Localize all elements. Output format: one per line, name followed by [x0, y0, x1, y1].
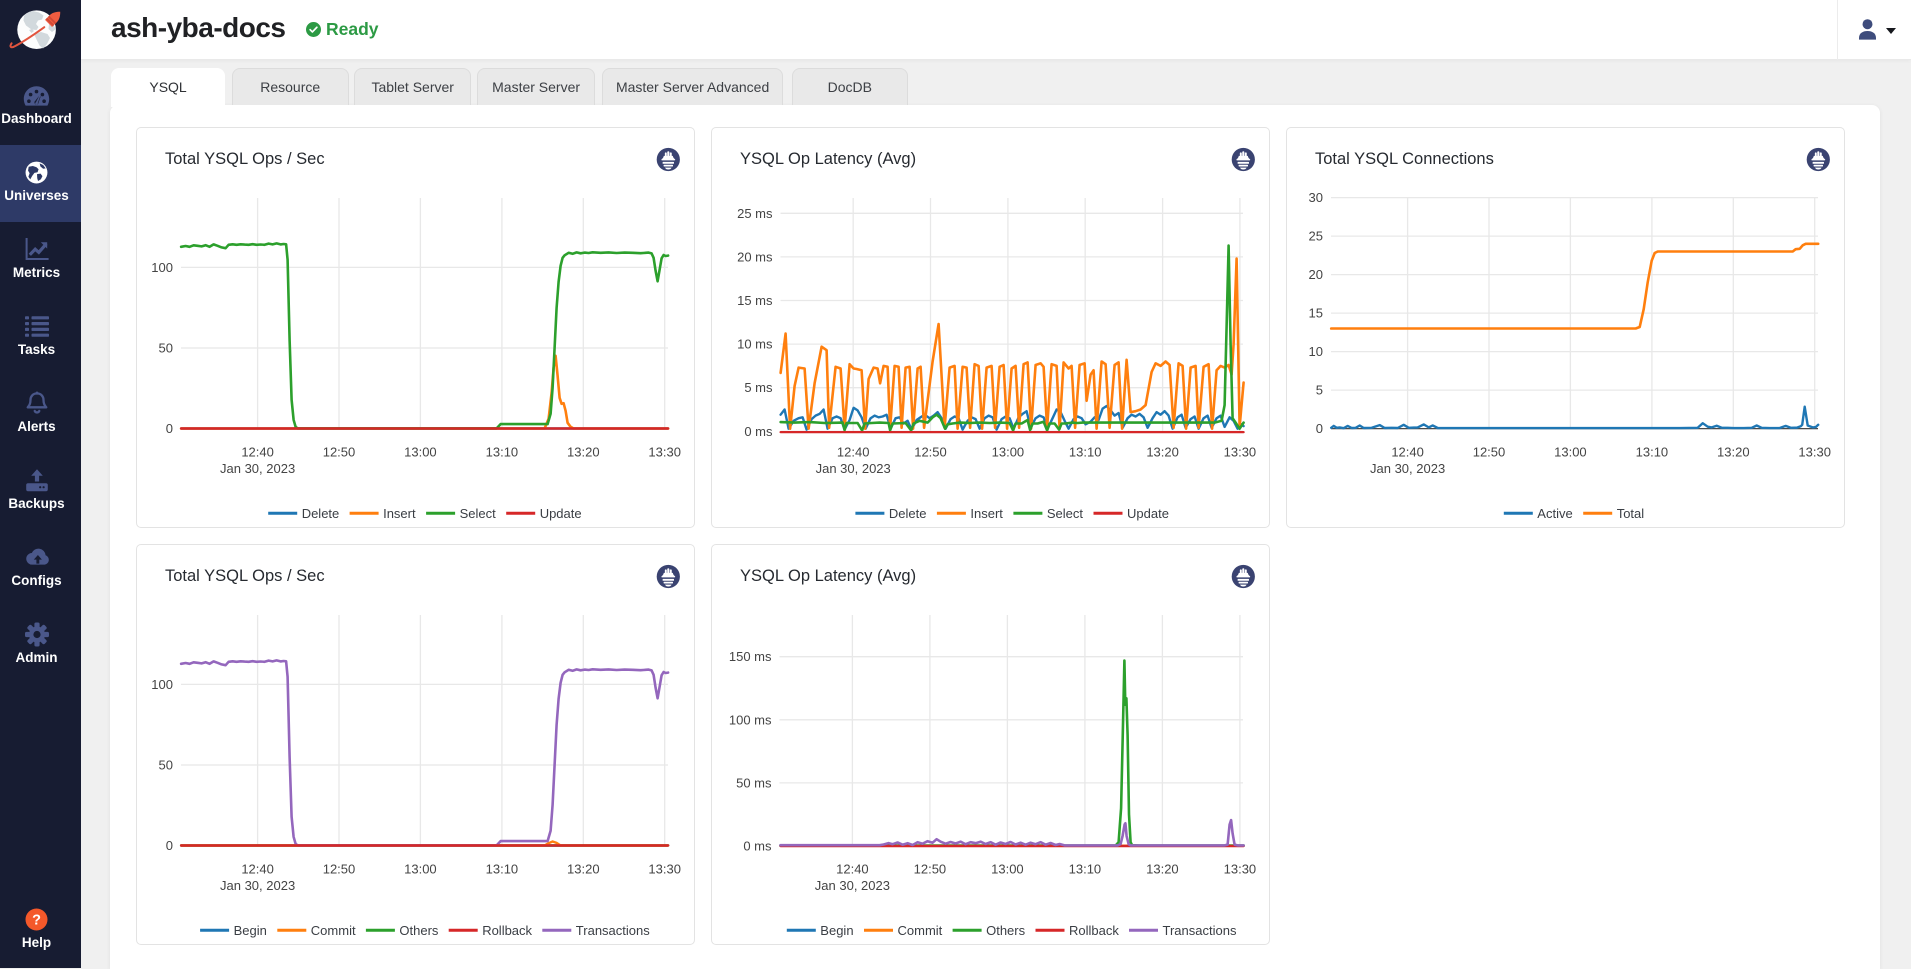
- svg-text:0 ms: 0 ms: [744, 839, 773, 854]
- svg-text:20: 20: [1309, 267, 1323, 282]
- svg-text:13:20: 13:20: [567, 445, 600, 460]
- svg-text:25: 25: [1309, 229, 1323, 244]
- svg-text:25 ms: 25 ms: [737, 206, 773, 221]
- svg-text:13:30: 13:30: [649, 862, 682, 877]
- svg-text:13:30: 13:30: [1224, 445, 1257, 460]
- svg-text:50 ms: 50 ms: [736, 776, 772, 791]
- svg-text:Active: Active: [1538, 506, 1573, 521]
- svg-text:150 ms: 150 ms: [729, 649, 772, 664]
- svg-text:Others: Others: [400, 923, 440, 938]
- svg-text:Select: Select: [1047, 506, 1084, 521]
- svg-text:50: 50: [159, 341, 173, 356]
- svg-text:13:00: 13:00: [992, 862, 1025, 877]
- svg-text:Jan 30, 2023: Jan 30, 2023: [815, 878, 890, 893]
- svg-text:Commit: Commit: [898, 923, 943, 938]
- svg-text:?: ?: [32, 912, 41, 928]
- svg-text:Jan 30, 2023: Jan 30, 2023: [220, 461, 295, 476]
- svg-text:12:50: 12:50: [914, 862, 947, 877]
- svg-text:Jan 30, 2023: Jan 30, 2023: [816, 461, 891, 476]
- svg-text:Others: Others: [986, 923, 1026, 938]
- svg-text:13:20: 13:20: [1147, 862, 1180, 877]
- svg-text:13:20: 13:20: [1147, 445, 1180, 460]
- svg-text:13:10: 13:10: [1069, 445, 1102, 460]
- svg-text:13:30: 13:30: [649, 445, 682, 460]
- svg-text:Transactions: Transactions: [576, 923, 650, 938]
- svg-text:YSQL Op Latency (Avg): YSQL Op Latency (Avg): [740, 150, 916, 168]
- svg-text:Jan 30, 2023: Jan 30, 2023: [1370, 461, 1445, 476]
- svg-text:Total YSQL Ops / Sec: Total YSQL Ops / Sec: [165, 567, 325, 585]
- svg-text:0 ms: 0 ms: [745, 424, 774, 439]
- svg-text:Commit: Commit: [311, 923, 356, 938]
- svg-text:20 ms: 20 ms: [737, 250, 773, 265]
- svg-text:12:40: 12:40: [1392, 445, 1425, 460]
- svg-text:Total: Total: [1617, 506, 1645, 521]
- svg-text:Begin: Begin: [821, 923, 854, 938]
- svg-text:13:00: 13:00: [992, 445, 1025, 460]
- svg-text:5 ms: 5 ms: [745, 380, 774, 395]
- svg-text:13:30: 13:30: [1224, 862, 1257, 877]
- svg-text:10: 10: [1309, 344, 1323, 359]
- svg-text:5: 5: [1316, 383, 1323, 398]
- svg-text:Delete: Delete: [302, 506, 340, 521]
- svg-text:12:50: 12:50: [323, 445, 356, 460]
- svg-text:0: 0: [1316, 421, 1323, 436]
- svg-text:30: 30: [1309, 190, 1323, 205]
- svg-text:12:50: 12:50: [1473, 445, 1506, 460]
- svg-text:Select: Select: [460, 506, 497, 521]
- svg-text:13:10: 13:10: [1069, 862, 1102, 877]
- svg-text:13:00: 13:00: [405, 445, 438, 460]
- svg-text:12:50: 12:50: [915, 445, 948, 460]
- svg-text:15: 15: [1309, 306, 1323, 321]
- svg-text:Begin: Begin: [234, 923, 267, 938]
- svg-text:Rollback: Rollback: [483, 923, 533, 938]
- svg-text:100 ms: 100 ms: [729, 713, 772, 728]
- svg-text:Transactions: Transactions: [1163, 923, 1237, 938]
- svg-text:12:40: 12:40: [242, 445, 275, 460]
- svg-text:Update: Update: [540, 506, 582, 521]
- svg-text:0: 0: [166, 838, 173, 853]
- svg-text:12:40: 12:40: [837, 445, 870, 460]
- svg-text:0: 0: [166, 421, 173, 436]
- svg-text:10 ms: 10 ms: [737, 337, 773, 352]
- svg-text:13:10: 13:10: [486, 445, 519, 460]
- svg-text:12:40: 12:40: [242, 862, 275, 877]
- svg-text:100: 100: [152, 260, 174, 275]
- svg-text:Insert: Insert: [383, 506, 416, 521]
- svg-text:50: 50: [159, 758, 173, 773]
- svg-text:12:50: 12:50: [323, 862, 356, 877]
- svg-text:12:40: 12:40: [837, 862, 870, 877]
- svg-text:Insert: Insert: [971, 506, 1004, 521]
- svg-text:Jan 30, 2023: Jan 30, 2023: [220, 878, 295, 893]
- svg-text:YSQL Op Latency (Avg): YSQL Op Latency (Avg): [740, 567, 916, 585]
- svg-text:13:20: 13:20: [1717, 445, 1750, 460]
- svg-text:13:00: 13:00: [405, 862, 438, 877]
- svg-text:13:20: 13:20: [567, 862, 600, 877]
- svg-text:13:30: 13:30: [1799, 445, 1832, 460]
- svg-text:Total YSQL Connections: Total YSQL Connections: [1315, 150, 1494, 168]
- svg-text:13:10: 13:10: [486, 862, 519, 877]
- svg-text:Delete: Delete: [889, 506, 927, 521]
- svg-text:13:00: 13:00: [1554, 445, 1587, 460]
- svg-text:13:10: 13:10: [1636, 445, 1669, 460]
- svg-text:Update: Update: [1127, 506, 1169, 521]
- svg-text:Total YSQL Ops / Sec: Total YSQL Ops / Sec: [165, 150, 325, 168]
- svg-text:Rollback: Rollback: [1069, 923, 1119, 938]
- svg-text:100: 100: [152, 677, 174, 692]
- svg-text:15 ms: 15 ms: [737, 293, 773, 308]
